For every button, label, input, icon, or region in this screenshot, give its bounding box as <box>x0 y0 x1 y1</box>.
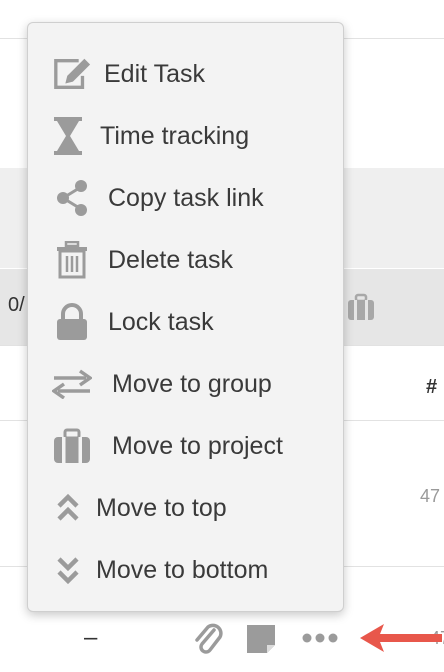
menu-item-label: Edit Task <box>104 59 205 88</box>
hourglass-icon <box>54 116 82 156</box>
menu-item-label: Delete task <box>108 245 234 274</box>
menu-item-delete-task[interactable]: Delete task <box>28 229 343 291</box>
menu-item-move-to-bottom[interactable]: Move to bottom <box>28 539 343 601</box>
note-icon[interactable] <box>245 623 277 660</box>
menu-item-label: Time tracking <box>100 121 250 150</box>
paperclip-icon[interactable] <box>192 620 224 665</box>
briefcase-icon[interactable] <box>346 292 376 327</box>
task-context-menu: Edit Task Time tracking Copy task link D… <box>27 22 344 612</box>
menu-item-move-to-top[interactable]: Move to top <box>28 477 343 539</box>
menu-item-move-to-group[interactable]: Move to group <box>28 353 343 415</box>
menu-item-label: Move to group <box>112 369 272 398</box>
empty-value: – <box>84 624 98 651</box>
swap-arrows-icon <box>52 364 92 404</box>
menu-item-time-tracking[interactable]: Time tracking <box>28 105 343 167</box>
lock-icon <box>52 302 92 342</box>
menu-item-lock-task[interactable]: Lock task <box>28 291 343 353</box>
menu-item-label: Move to top <box>96 493 227 522</box>
menu-item-edit-task[interactable]: Edit Task <box>28 43 343 105</box>
menu-item-copy-task-link[interactable]: Copy task link <box>28 167 343 229</box>
task-number: 47 <box>420 486 441 506</box>
menu-item-label: Move to bottom <box>96 555 269 584</box>
trash-icon <box>52 240 92 280</box>
menu-item-label: Move to project <box>112 431 283 460</box>
column-header-number: # <box>426 376 438 398</box>
share-icon <box>52 178 92 218</box>
progress-fraction: 0/ <box>8 294 25 316</box>
menu-item-label: Lock task <box>108 307 214 336</box>
double-chevron-up-icon <box>54 488 82 528</box>
menu-item-label: Copy task link <box>108 183 264 212</box>
red-pointer-arrow-icon <box>356 620 444 661</box>
more-options-icon[interactable] <box>301 630 339 651</box>
edit-icon <box>52 54 92 94</box>
double-chevron-down-icon <box>54 550 82 590</box>
briefcase-icon <box>52 426 92 466</box>
menu-item-move-to-project[interactable]: Move to project <box>28 415 343 477</box>
